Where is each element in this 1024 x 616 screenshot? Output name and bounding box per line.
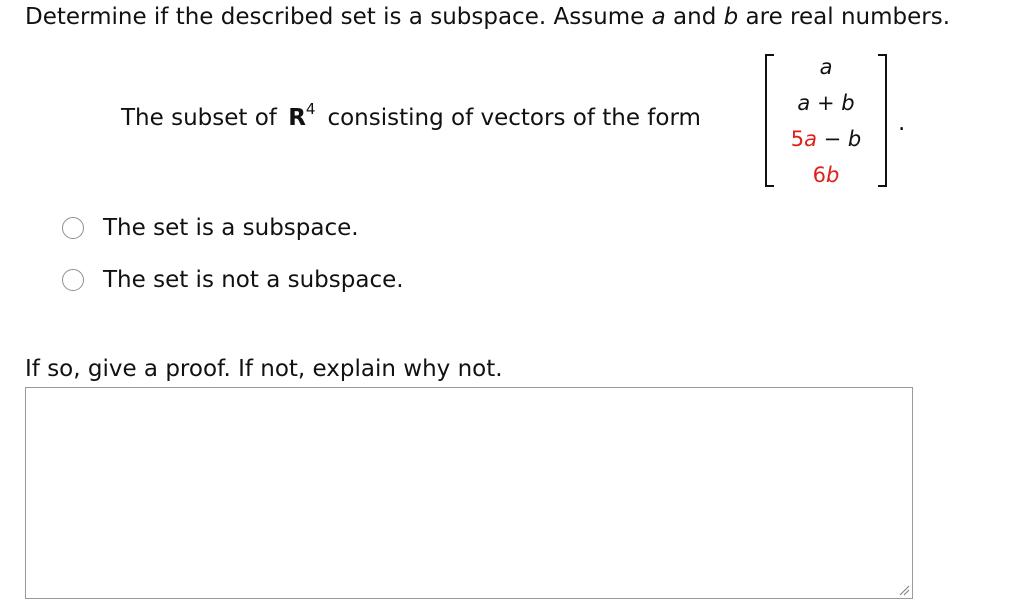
option-is-subspace[interactable]: The set is a subspace.: [62, 214, 359, 242]
option-label: The set is a subspace.: [103, 215, 359, 241]
vector-entry-1: a: [819, 55, 833, 79]
vector-entry-2: a + b: [797, 91, 855, 115]
question-part-1: Determine if the described set is a subs…: [25, 4, 652, 30]
question-part-3: are real numbers.: [738, 4, 951, 30]
answer-textarea[interactable]: [25, 387, 913, 599]
radio-button-icon[interactable]: [62, 217, 84, 239]
radio-button-icon[interactable]: [62, 269, 84, 291]
highlighted-coefficient: 6b: [812, 163, 840, 187]
question-text: Determine if the described set is a subs…: [25, 2, 950, 32]
variable-a: a: [651, 4, 666, 30]
vector-entry-4: 6b: [765, 162, 887, 188]
sentence-period: .: [898, 110, 906, 136]
question-part-2: and: [665, 4, 724, 30]
resize-handle-icon[interactable]: [898, 584, 910, 596]
vector-entry-3: 5a − b: [790, 127, 862, 151]
vector-matrix: a a + b 5a − b 6b: [765, 52, 887, 188]
space-symbol: R: [288, 105, 306, 131]
option-not-subspace[interactable]: The set is not a subspace.: [62, 266, 404, 294]
subset-description: The subset of R4 consisting of vectors of…: [121, 100, 701, 135]
space-dimension: 4: [305, 100, 316, 118]
highlighted-coefficient: 5a: [790, 127, 817, 151]
answer-prompt: If so, give a proof. If not, explain why…: [25, 356, 503, 382]
subset-text-before: The subset of: [121, 105, 277, 131]
variable-b: b: [723, 4, 739, 30]
option-label: The set is not a subspace.: [103, 267, 404, 293]
subset-text-after: consisting of vectors of the form: [327, 105, 701, 131]
